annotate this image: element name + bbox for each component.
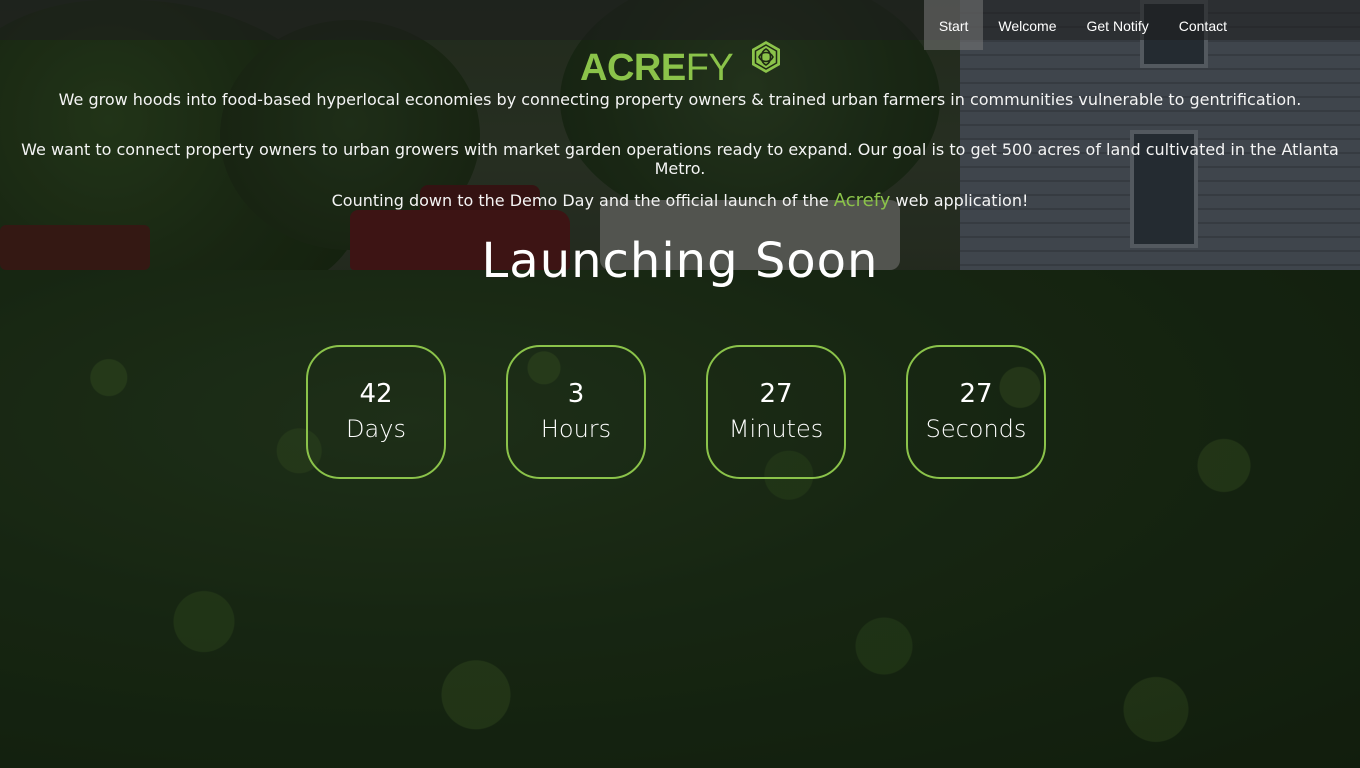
countdown-value: 3 [567,379,585,409]
countdown-timer: 42 Days 3 Hours 27 Minutes 27 Seconds [306,345,1046,479]
countdown-seconds: 27 Seconds [906,345,1046,479]
intro-paragraph-2: We want to connect property owners to ur… [21,140,1339,178]
leaf-badge-icon [752,41,780,73]
nav-item-contact[interactable]: Contact [1164,0,1242,51]
countdown-label: Days [346,415,406,443]
countdown-minutes: 27 Minutes [706,345,846,479]
countdown-label: Minutes [728,415,824,443]
countdown-label: Hours [540,415,612,443]
nav-item-get-notify[interactable]: Get Notify [1072,0,1164,51]
countdown-label: Seconds [925,415,1027,443]
intro-text: web application! [890,191,1029,210]
logo-text-bold: ACRE [580,47,686,89]
nav-item-start[interactable]: Start [923,0,984,50]
intro-text: Counting down to the Demo Day and the of… [331,191,834,210]
countdown-hours: 3 Hours [506,345,646,479]
intro-paragraph-1: We grow hoods into food-based hyperlocal… [58,90,1302,109]
brand-name-inline: Acrefy [833,190,891,211]
countdown-value: 42 [359,379,393,409]
main-nav: Start Welcome Get Notify Contact [923,0,1242,51]
page-headline: Launching Soon [481,233,879,289]
nav-item-welcome[interactable]: Welcome [983,0,1071,51]
countdown-days: 42 Days [306,345,446,479]
site-logo[interactable]: ACREFY [580,40,782,88]
top-navbar: Start Welcome Get Notify Contact [0,0,1360,50]
countdown-value: 27 [759,379,793,409]
intro-paragraph-3: Counting down to the Demo Day and the of… [0,190,1360,211]
countdown-value: 27 [959,379,993,409]
logo-wordmark: ACREFY [580,47,734,89]
logo-text-light: FY [685,47,734,89]
